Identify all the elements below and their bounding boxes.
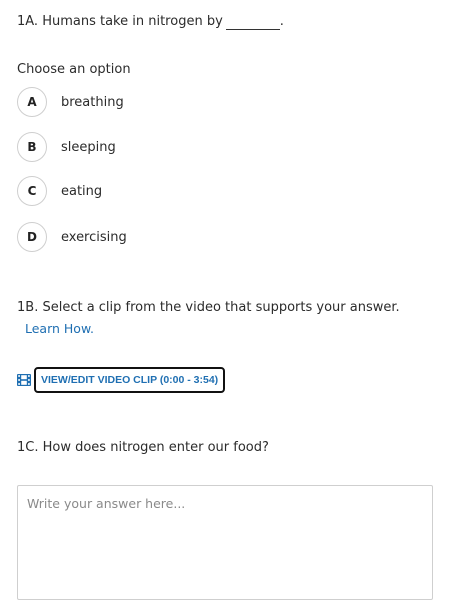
option-b[interactable]: B sleeping [17, 131, 116, 163]
option-d[interactable]: D exercising [17, 221, 127, 253]
option-c-letter[interactable]: C [17, 176, 47, 206]
option-b-label: sleeping [61, 139, 116, 155]
film-icon [17, 374, 31, 386]
option-d-letter[interactable]: D [17, 222, 47, 252]
question-1b-text: 1B. Select a clip from the video that su… [17, 300, 400, 315]
option-a-letter[interactable]: A [17, 87, 47, 117]
choose-option-label: Choose an option [17, 62, 131, 77]
option-a-label: breathing [61, 94, 124, 110]
question-1a: 1A. Humans take in nitrogen by . [17, 14, 284, 30]
option-c-label: eating [61, 183, 103, 199]
view-edit-video-clip-button[interactable]: VIEW/EDIT VIDEO CLIP (0:00 - 3:54) [34, 367, 226, 393]
answer-blank [225, 14, 280, 30]
learn-how-link[interactable]: Learn How. [25, 321, 94, 336]
option-b-letter[interactable]: B [17, 132, 47, 162]
answer-textarea[interactable] [17, 485, 433, 600]
option-c[interactable]: C eating [17, 175, 102, 207]
question-1a-suffix: . [279, 14, 284, 29]
video-clip-row: VIEW/EDIT VIDEO CLIP (0:00 - 3:54) [17, 367, 226, 393]
option-d-label: exercising [61, 229, 127, 245]
question-1c-text: 1C. How does nitrogen enter our food? [17, 440, 269, 455]
option-a[interactable]: A breathing [17, 86, 124, 118]
question-1a-text: 1A. Humans take in nitrogen by [17, 14, 223, 29]
